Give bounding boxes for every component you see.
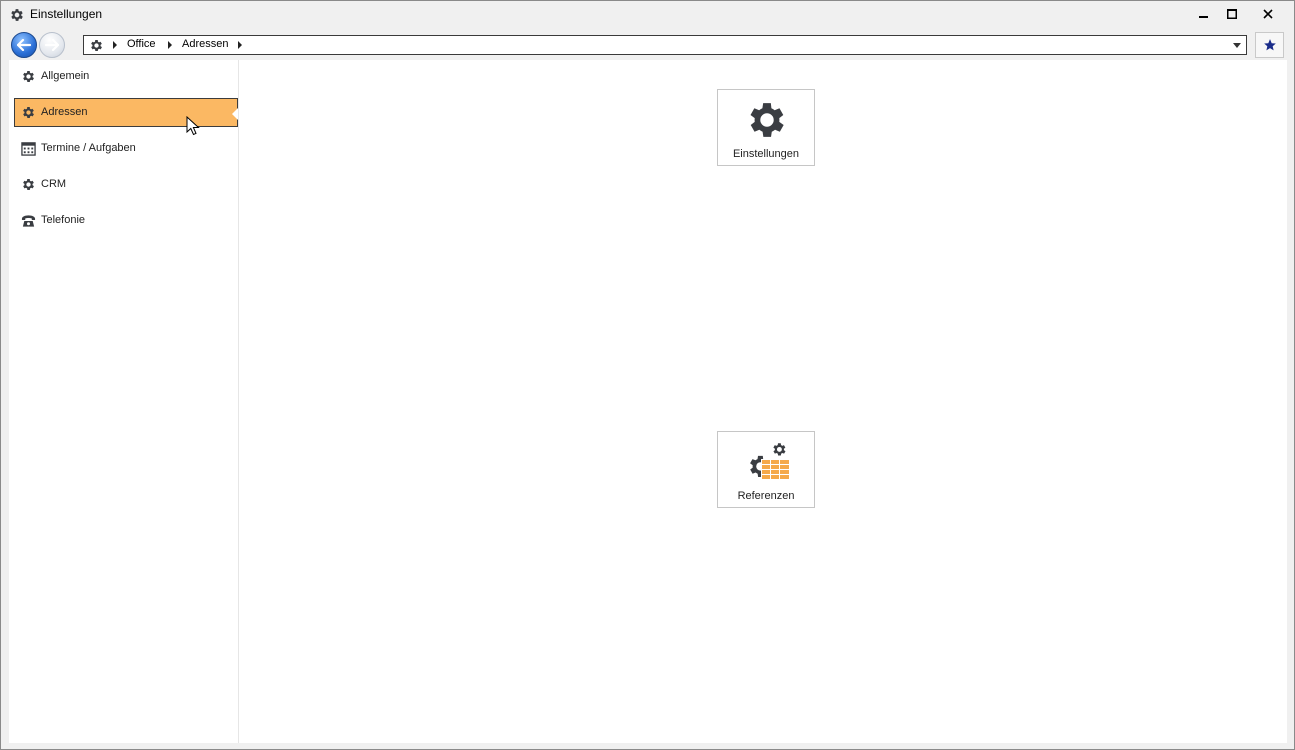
minimize-button[interactable]: [1189, 1, 1219, 27]
calendar-icon: [21, 141, 36, 156]
referenzen-tile[interactable]: Referenzen: [717, 431, 815, 508]
breadcrumb-separator[interactable]: [113, 41, 117, 49]
close-icon: [1263, 9, 1273, 19]
gear-icon: [744, 97, 790, 143]
sidebar: Allgemein Adressen Termine / Aufgaben CR…: [9, 60, 239, 743]
sidebar-item-label: Termine / Aufgaben: [41, 142, 136, 154]
forward-button[interactable]: [39, 32, 65, 58]
main-panel: Einstellungen Referenzen: [239, 60, 1287, 743]
window-title: Einstellungen: [30, 7, 103, 21]
gear-icon: [89, 38, 104, 53]
maximize-icon: [1227, 9, 1237, 19]
sidebar-item-allgemein[interactable]: Allgemein: [14, 62, 238, 91]
settings-window: Einstellungen Office Adressen Allgemein …: [0, 0, 1295, 750]
breadcrumb-separator[interactable]: [168, 41, 172, 49]
arrow-right-icon: [45, 39, 59, 51]
breadcrumb-separator[interactable]: [238, 41, 242, 49]
selection-indicator: [232, 108, 238, 120]
gear-icon: [9, 7, 25, 23]
phone-icon: [21, 213, 36, 228]
tile-label: Referenzen: [737, 490, 795, 502]
breadcrumb-office[interactable]: Office: [127, 38, 156, 50]
gear-icon: [21, 105, 36, 120]
sidebar-item-label: Telefonie: [41, 214, 86, 226]
gear-icon: [21, 177, 36, 192]
chevron-down-icon[interactable]: [1233, 43, 1241, 48]
sidebar-item-crm[interactable]: CRM: [14, 170, 238, 199]
back-button[interactable]: [11, 32, 37, 58]
minimize-icon: [1199, 16, 1208, 18]
title-bar: Einstellungen: [1, 1, 1294, 29]
sidebar-item-label: Allgemein: [41, 70, 90, 82]
favorite-button[interactable]: [1255, 32, 1284, 58]
einstellungen-tile[interactable]: Einstellungen: [717, 89, 815, 166]
address-bar[interactable]: Office Adressen: [83, 35, 1247, 55]
breadcrumb-adressen[interactable]: Adressen: [182, 38, 228, 50]
gear-table-icon: [744, 439, 790, 485]
close-button[interactable]: [1253, 1, 1283, 27]
sidebar-item-label: CRM: [41, 178, 67, 190]
sidebar-item-telefonie[interactable]: Telefonie: [14, 206, 238, 235]
star-icon: [1263, 39, 1276, 51]
sidebar-item-termine[interactable]: Termine / Aufgaben: [14, 134, 238, 163]
mouse-cursor-icon: [186, 115, 200, 139]
maximize-button[interactable]: [1217, 1, 1247, 27]
gear-icon: [21, 69, 36, 84]
sidebar-item-adressen[interactable]: Adressen: [14, 98, 238, 127]
tile-label: Einstellungen: [732, 148, 800, 160]
sidebar-item-label: Adressen: [41, 106, 88, 118]
navigation-bar: Office Adressen: [1, 30, 1294, 60]
arrow-left-icon: [17, 39, 31, 51]
content-area: Allgemein Adressen Termine / Aufgaben CR…: [9, 60, 1287, 743]
